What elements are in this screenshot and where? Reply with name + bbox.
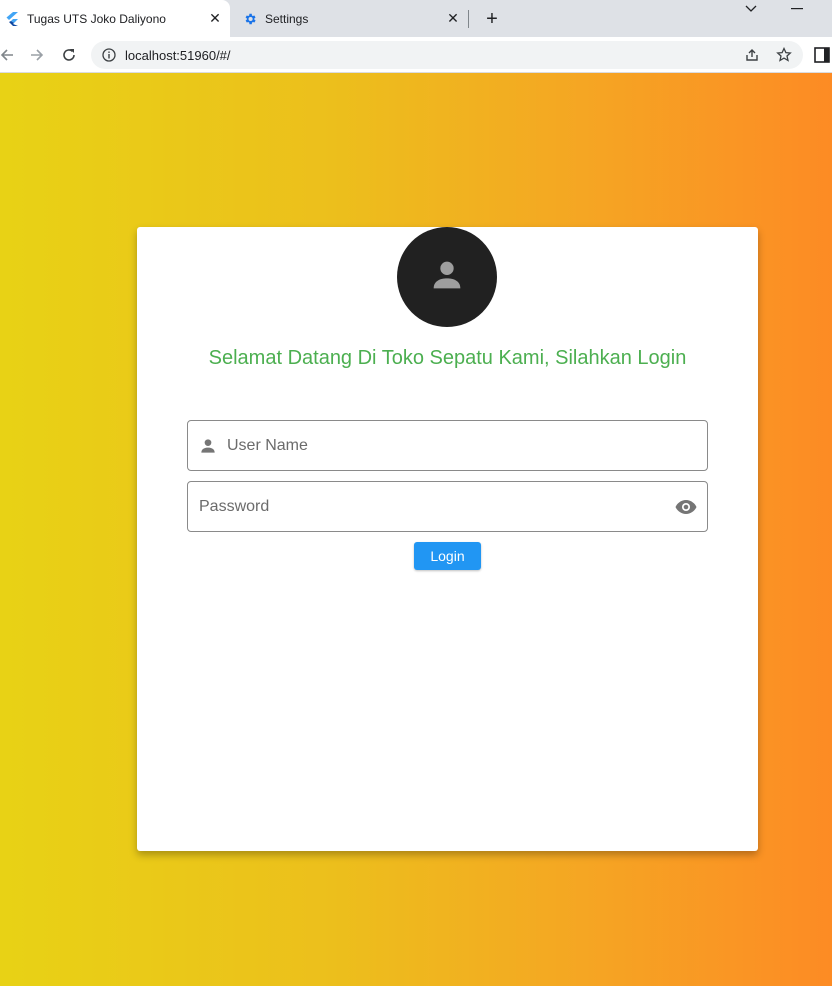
- visibility-eye-icon[interactable]: [673, 494, 699, 520]
- tab-title: Settings: [265, 11, 309, 26]
- avatar: [397, 227, 497, 327]
- tab-tugas-uts[interactable]: Tugas UTS Joko Daliyono ✕: [0, 0, 230, 37]
- username-input[interactable]: [227, 421, 707, 470]
- tab-settings[interactable]: Settings ✕: [232, 0, 468, 37]
- person-icon: [427, 255, 467, 300]
- close-icon[interactable]: ✕: [444, 10, 462, 28]
- info-icon[interactable]: [101, 47, 117, 63]
- flutter-icon: [4, 11, 20, 27]
- share-icon[interactable]: [739, 42, 765, 68]
- tab-separator: [468, 10, 469, 28]
- tab-strip: Tugas UTS Joko Daliyono ✕ Settings ✕ +: [0, 0, 832, 37]
- welcome-heading: Selamat Datang Di Toko Sepatu Kami, Sila…: [208, 347, 687, 369]
- login-card: Selamat Datang Di Toko Sepatu Kami, Sila…: [137, 227, 758, 851]
- new-tab-icon[interactable]: +: [480, 7, 504, 31]
- page-viewport: Selamat Datang Di Toko Sepatu Kami, Sila…: [0, 73, 832, 986]
- username-field[interactable]: [187, 420, 708, 471]
- person-icon: [197, 435, 219, 457]
- browser-toolbar: localhost:51960/#/: [0, 37, 832, 73]
- forward-arrow-icon[interactable]: [24, 42, 50, 68]
- url-text: localhost:51960/#/: [125, 47, 231, 63]
- bookmark-star-icon[interactable]: [771, 42, 797, 68]
- tab-title: Tugas UTS Joko Daliyono: [27, 11, 166, 26]
- gear-icon: [242, 11, 258, 27]
- back-arrow-icon[interactable]: [0, 42, 20, 68]
- password-field[interactable]: [187, 481, 708, 532]
- minimize-icon[interactable]: [785, 0, 809, 18]
- side-panel-icon[interactable]: [814, 46, 832, 64]
- address-bar[interactable]: localhost:51960/#/: [91, 41, 803, 69]
- close-icon[interactable]: ✕: [206, 10, 224, 28]
- login-button[interactable]: Login: [414, 542, 481, 570]
- password-input[interactable]: [188, 482, 673, 531]
- chevron-down-icon[interactable]: [739, 0, 763, 18]
- reload-icon[interactable]: [56, 42, 82, 68]
